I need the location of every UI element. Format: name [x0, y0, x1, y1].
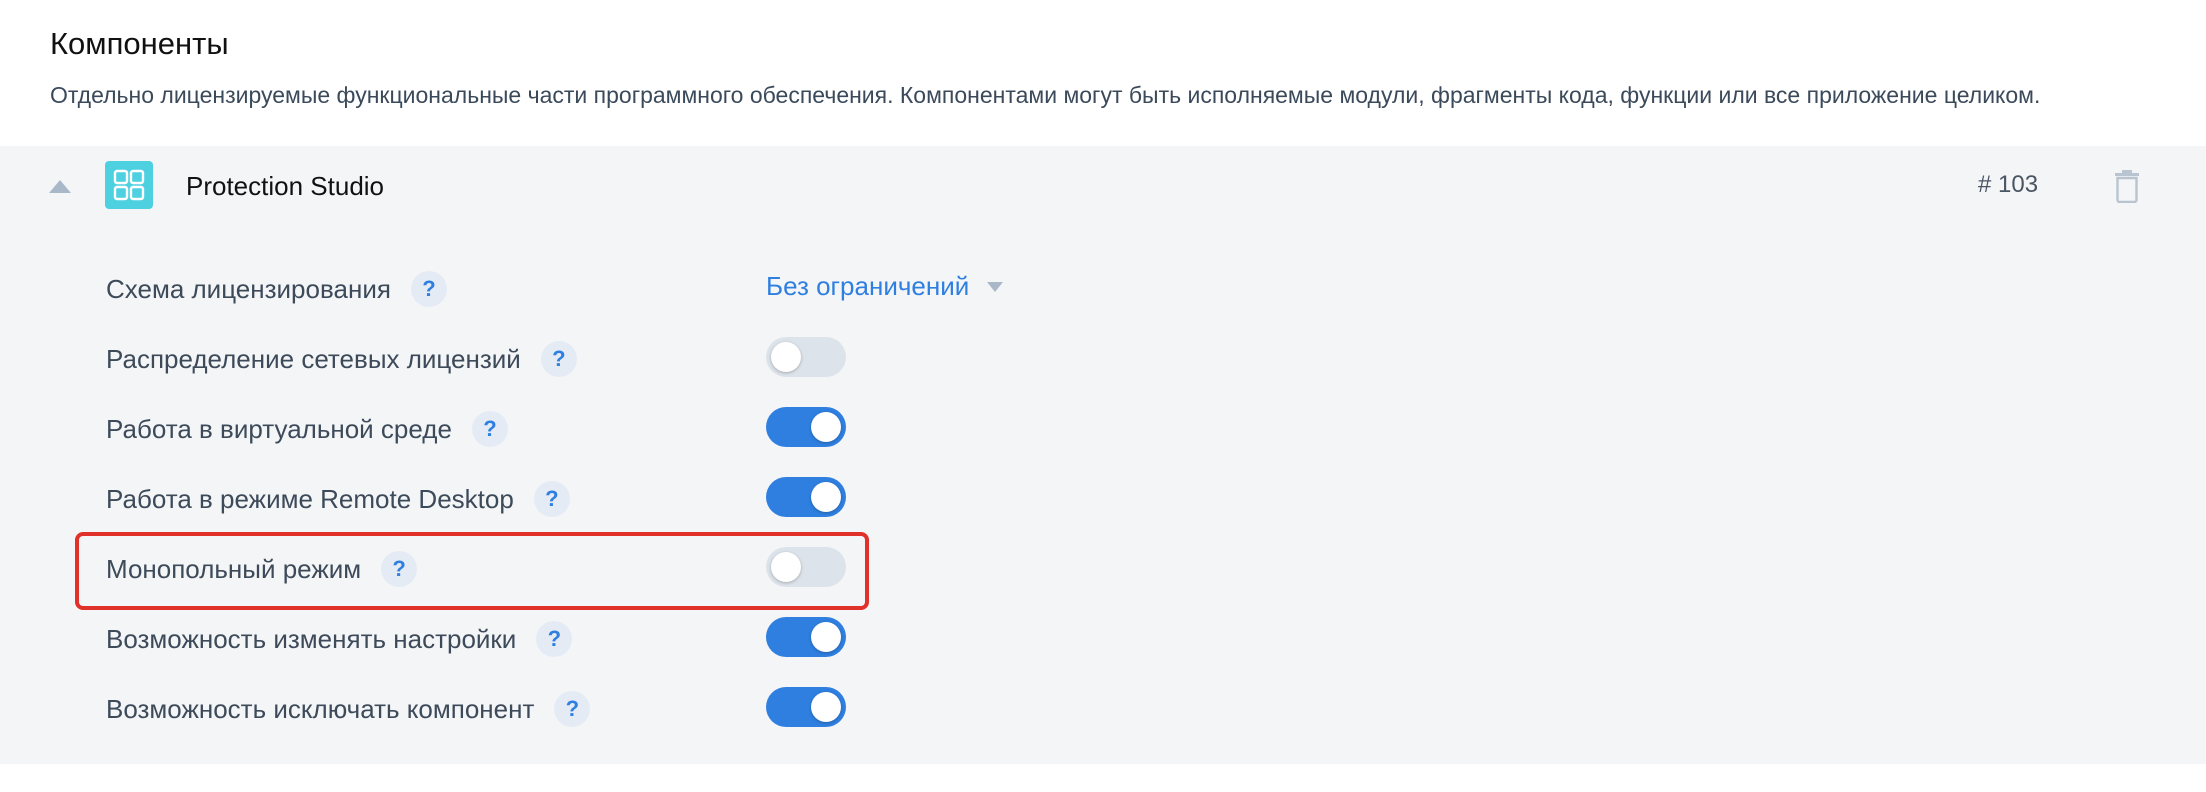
- toggle-knob: [811, 412, 841, 442]
- help-icon[interactable]: ?: [381, 551, 418, 587]
- setting-row-remote-desktop: Работа в режиме Remote Desktop ?: [0, 467, 900, 527]
- help-icon[interactable]: ?: [471, 411, 508, 447]
- toggle-exclusive-mode[interactable]: [766, 547, 846, 587]
- setting-label-text: Возможность изменять настройки: [106, 623, 517, 654]
- toggle-virtual-env[interactable]: [766, 407, 846, 447]
- setting-label: Схема лицензирования ?: [106, 271, 447, 307]
- toggle-knob: [811, 692, 841, 722]
- chevron-down-icon: [987, 281, 1004, 292]
- setting-row-change-settings: Возможность изменять настройки ?: [0, 607, 900, 667]
- setting-row-exclude-component: Возможность исключать компонент ?: [0, 677, 900, 737]
- setting-label: Возможность изменять настройки ?: [106, 621, 573, 657]
- setting-label: Работа в режиме Remote Desktop ?: [106, 481, 570, 517]
- page: Компоненты Отдельно лицензируемые функци…: [0, 0, 2206, 792]
- grid-icon: [105, 161, 153, 209]
- component-name: Protection Studio: [186, 171, 385, 201]
- collapse-toggle-button[interactable]: [48, 177, 72, 195]
- toggle-knob: [771, 342, 801, 372]
- toggle-exclude-component[interactable]: [766, 687, 846, 727]
- section-description: Отдельно лицензируемые функциональные ча…: [50, 82, 2041, 108]
- help-icon[interactable]: ?: [410, 271, 447, 307]
- help-icon[interactable]: ?: [554, 691, 591, 727]
- setting-label-text: Распределение сетевых лицензий: [106, 343, 521, 374]
- section-title: Компоненты: [50, 26, 229, 61]
- setting-label-text: Работа в режиме Remote Desktop: [106, 483, 514, 514]
- setting-label: Монопольный режим ?: [106, 551, 418, 587]
- licensing-scheme-dropdown[interactable]: Без ограничений: [766, 271, 1004, 302]
- setting-row-scheme: Схема лицензирования ? Без ограничений: [0, 257, 1004, 317]
- help-icon[interactable]: ?: [536, 621, 573, 657]
- toggle-remote-desktop[interactable]: [766, 477, 846, 517]
- setting-label-text: Работа в виртуальной среде: [106, 413, 452, 444]
- toggle-change-settings[interactable]: [766, 617, 846, 657]
- setting-label: Распределение сетевых лицензий ?: [106, 341, 577, 377]
- toggle-knob: [771, 552, 801, 582]
- component-id: # 103: [1978, 171, 2039, 198]
- toggle-knob: [811, 622, 841, 652]
- delete-component-button[interactable]: [2110, 166, 2144, 206]
- component-panel: Protection Studio # 103 Схема лицензиров…: [0, 146, 2206, 764]
- setting-row-virtual-env: Работа в виртуальной среде ?: [0, 397, 900, 457]
- setting-label-text: Возможность исключать компонент: [106, 693, 535, 724]
- setting-label: Возможность исключать компонент ?: [106, 691, 591, 727]
- help-icon[interactable]: ?: [540, 341, 577, 377]
- licensing-scheme-value: Без ограничений: [766, 271, 970, 301]
- setting-label-text: Монопольный режим: [106, 553, 362, 584]
- trash-icon: [2115, 170, 2139, 203]
- setting-row-exclusive-mode: Монопольный режим ?: [0, 537, 900, 597]
- help-icon[interactable]: ?: [533, 481, 570, 517]
- setting-label-text: Схема лицензирования: [106, 273, 391, 304]
- setting-row-network-licenses: Распределение сетевых лицензий ?: [0, 327, 900, 387]
- toggle-network-licenses[interactable]: [766, 337, 846, 377]
- toggle-knob: [811, 482, 841, 512]
- setting-label: Работа в виртуальной среде ?: [106, 411, 508, 447]
- chevron-up-icon: [49, 179, 71, 193]
